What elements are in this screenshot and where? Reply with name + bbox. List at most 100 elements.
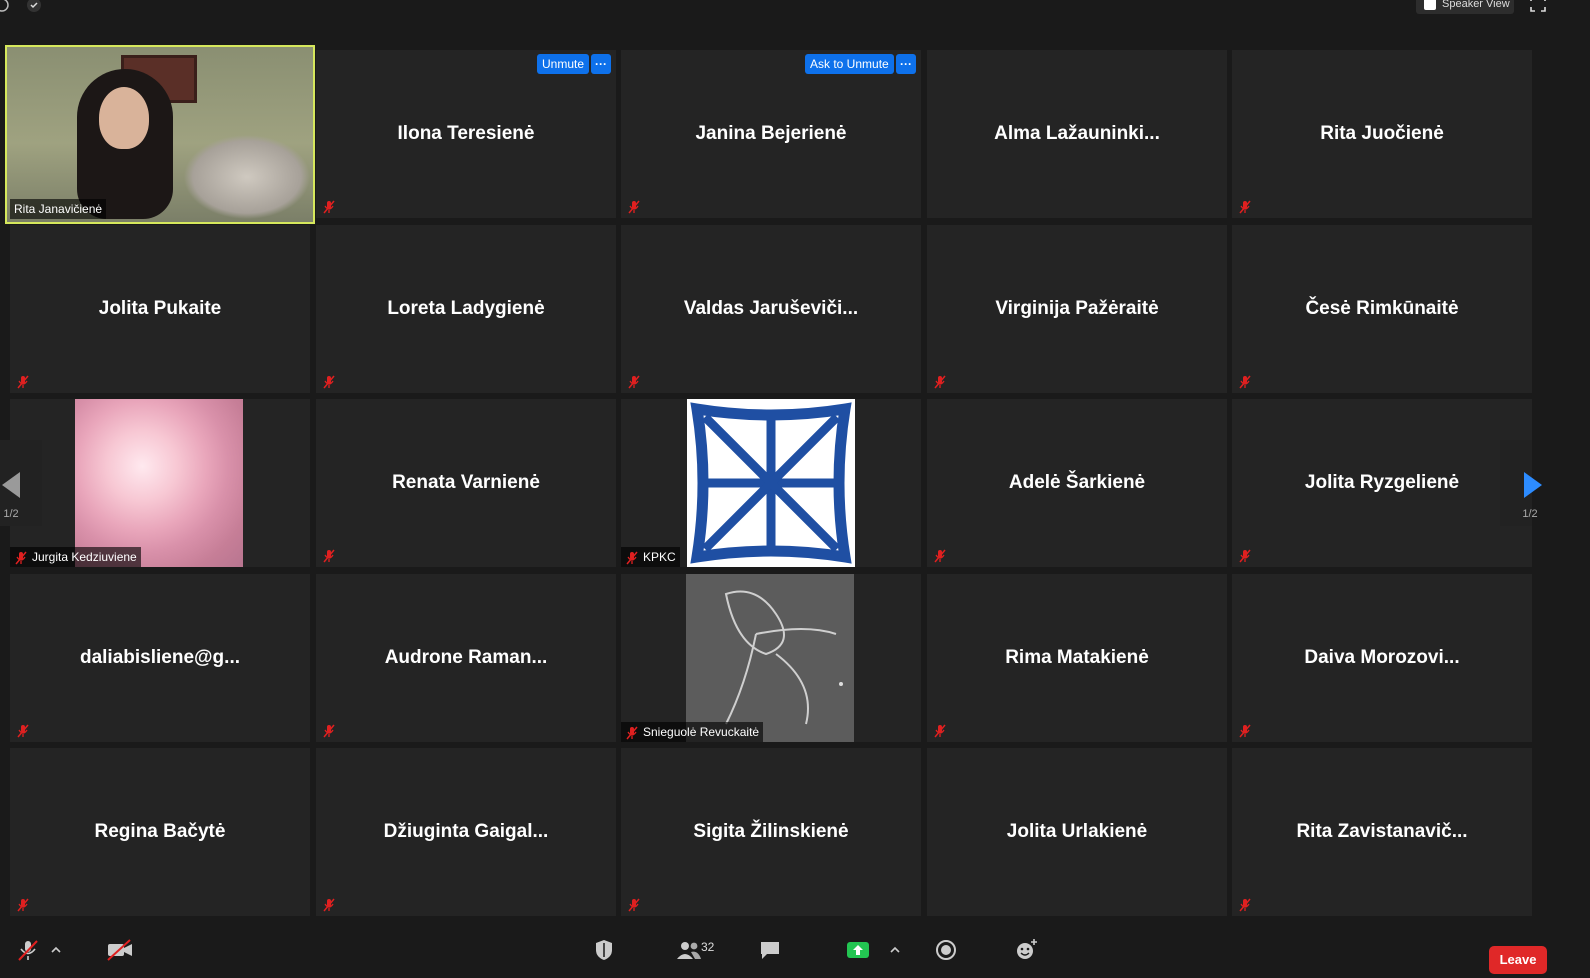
participant-tile[interactable]: Rita Zavistanavič... xyxy=(1232,748,1532,916)
participant-name: Daiva Morozovi... xyxy=(1304,647,1460,668)
mic-muted-icon xyxy=(323,375,335,389)
participant-tile[interactable]: Jurgita Kedziuviene xyxy=(10,399,310,567)
fullscreen-icon[interactable] xyxy=(1530,0,1546,12)
participant-name: Ilona Teresienė xyxy=(397,123,535,144)
mic-muted-icon xyxy=(1239,549,1251,563)
arrow-right-icon xyxy=(1524,472,1542,498)
participant-tile[interactable]: Rita Juočienė xyxy=(1232,50,1532,218)
participant-name: Alma Lažauninki... xyxy=(994,123,1160,144)
participant-tile[interactable]: Regina Bačytė xyxy=(10,748,310,916)
participant-name-label: Rita Janavičienė xyxy=(10,199,107,219)
mic-muted-icon xyxy=(323,549,335,563)
participant-name: Rita Juočienė xyxy=(1320,123,1444,144)
reactions-icon[interactable] xyxy=(1014,938,1038,962)
participant-tile[interactable]: Adelė Šarkienė xyxy=(927,399,1227,567)
ask-to-unmute-button[interactable]: Ask to Unmute xyxy=(805,54,894,74)
participant-video xyxy=(7,47,313,222)
leave-button[interactable]: Leave xyxy=(1489,946,1547,974)
video-tile-active-speaker[interactable]: Rita Janavičienė xyxy=(5,45,315,224)
kpkc-logo xyxy=(687,399,855,567)
tile-more-button[interactable]: ··· xyxy=(896,54,916,74)
mic-muted-icon xyxy=(934,375,946,389)
previous-page-button[interactable]: 1/2 xyxy=(0,440,42,526)
page-indicator: 1/2 xyxy=(3,508,19,520)
mic-muted-icon xyxy=(628,898,640,912)
profile-picture xyxy=(75,399,243,567)
participant-tile[interactable]: Džiuginta Gaigal... xyxy=(316,748,616,916)
participant-tile[interactable]: daliabisliene@g... xyxy=(10,574,310,742)
mic-muted-icon xyxy=(626,726,638,740)
participant-tile[interactable]: Valdas Jaruševiči... xyxy=(621,225,921,393)
participant-tile[interactable]: Unmute ··· Ilona Teresienė xyxy=(316,50,616,218)
participant-tile[interactable]: Česė Rimkūnaitė xyxy=(1232,225,1532,393)
participant-name: Jolita Pukaite xyxy=(98,298,222,319)
speaker-view-label: Speaker View xyxy=(1442,0,1510,10)
record-icon[interactable] xyxy=(934,938,958,962)
mic-muted-icon xyxy=(15,551,27,565)
chevron-up-icon[interactable] xyxy=(50,944,62,956)
mic-muted-icon xyxy=(1239,375,1251,389)
mic-muted-icon[interactable] xyxy=(16,938,40,962)
security-shield-icon[interactable] xyxy=(592,938,616,962)
participant-tile[interactable]: Ask to Unmute ··· Janina Bejerienė xyxy=(621,50,921,218)
mic-muted-icon xyxy=(17,375,29,389)
mic-muted-icon xyxy=(17,898,29,912)
unmute-button[interactable]: Unmute xyxy=(537,54,590,74)
mic-muted-icon xyxy=(626,551,638,565)
participant-name: Adelė Šarkienė xyxy=(1008,472,1146,493)
next-page-button[interactable]: 1/2 xyxy=(1500,440,1542,526)
mic-muted-icon xyxy=(323,724,335,738)
tile-more-button[interactable]: ··· xyxy=(591,54,611,74)
participant-name-label: KPKC xyxy=(621,547,680,567)
participant-face xyxy=(99,87,149,149)
arrow-left-icon xyxy=(2,472,20,498)
mic-muted-icon xyxy=(934,549,946,563)
participant-name: Sigita Žilinskienė xyxy=(693,821,849,842)
mic-muted-icon xyxy=(17,724,29,738)
participant-name: Loreta Ladygienė xyxy=(387,298,545,319)
video-off-icon[interactable] xyxy=(106,938,134,962)
page-indicator: 1/2 xyxy=(1522,508,1538,520)
participants-icon[interactable] xyxy=(675,938,703,962)
mic-muted-icon xyxy=(628,200,640,214)
participant-tile[interactable]: Loreta Ladygienė xyxy=(316,225,616,393)
participant-name: Renata Varnienė xyxy=(392,472,540,493)
mic-muted-icon xyxy=(323,200,335,214)
participant-tile[interactable]: KPKC xyxy=(621,399,921,567)
participant-name: KPKC xyxy=(643,550,676,564)
security-shield-icon[interactable] xyxy=(26,0,42,13)
participant-tile[interactable]: Renata Varnienė xyxy=(316,399,616,567)
mic-muted-icon xyxy=(323,898,335,912)
participant-name-label: Snieguolė Revuckaitė xyxy=(621,722,764,742)
mic-muted-icon xyxy=(1239,200,1251,214)
participant-tile[interactable]: Rima Matakienė xyxy=(927,574,1227,742)
participant-tile[interactable]: Jolita Ryzgelienė xyxy=(1232,399,1532,567)
participant-name: Valdas Jaruševiči... xyxy=(683,298,859,319)
chat-icon[interactable] xyxy=(758,938,782,962)
participant-tile[interactable]: Jolita Pukaite xyxy=(10,225,310,393)
participant-tile[interactable]: Audrone Raman... xyxy=(316,574,616,742)
share-screen-icon[interactable] xyxy=(846,938,870,962)
participant-tile[interactable]: Alma Lažauninki... xyxy=(927,50,1227,218)
participant-name-label: Jurgita Kedziuviene xyxy=(10,547,141,567)
participant-name: Janina Bejerienė xyxy=(695,123,847,144)
chevron-up-icon[interactable] xyxy=(889,944,901,956)
participant-name: Rima Matakienė xyxy=(1005,647,1149,668)
participant-name: Virginija Pažėraitė xyxy=(995,298,1159,319)
participant-tile[interactable]: Virginija Pažėraitė xyxy=(927,225,1227,393)
participant-name: Džiuginta Gaigal... xyxy=(383,821,549,842)
speaker-view-button[interactable]: Speaker View xyxy=(1416,0,1514,14)
participant-tile[interactable]: Snieguolė Revuckaitė xyxy=(621,574,921,742)
info-icon[interactable] xyxy=(0,0,10,13)
participant-name: Regina Bačytė xyxy=(94,821,226,842)
mic-muted-icon xyxy=(628,375,640,389)
speaker-view-icon xyxy=(1424,0,1436,10)
participant-tile[interactable]: Sigita Žilinskienė xyxy=(621,748,921,916)
participant-tile[interactable]: Jolita Urlakienė xyxy=(927,748,1227,916)
top-bar: Speaker View xyxy=(0,0,1590,16)
mic-muted-icon xyxy=(934,724,946,738)
participant-tile[interactable]: Daiva Morozovi... xyxy=(1232,574,1532,742)
profile-picture xyxy=(686,574,854,742)
participant-name: Rita Zavistanavič... xyxy=(1296,821,1468,842)
participant-name: Česė Rimkūnaitė xyxy=(1305,298,1459,319)
